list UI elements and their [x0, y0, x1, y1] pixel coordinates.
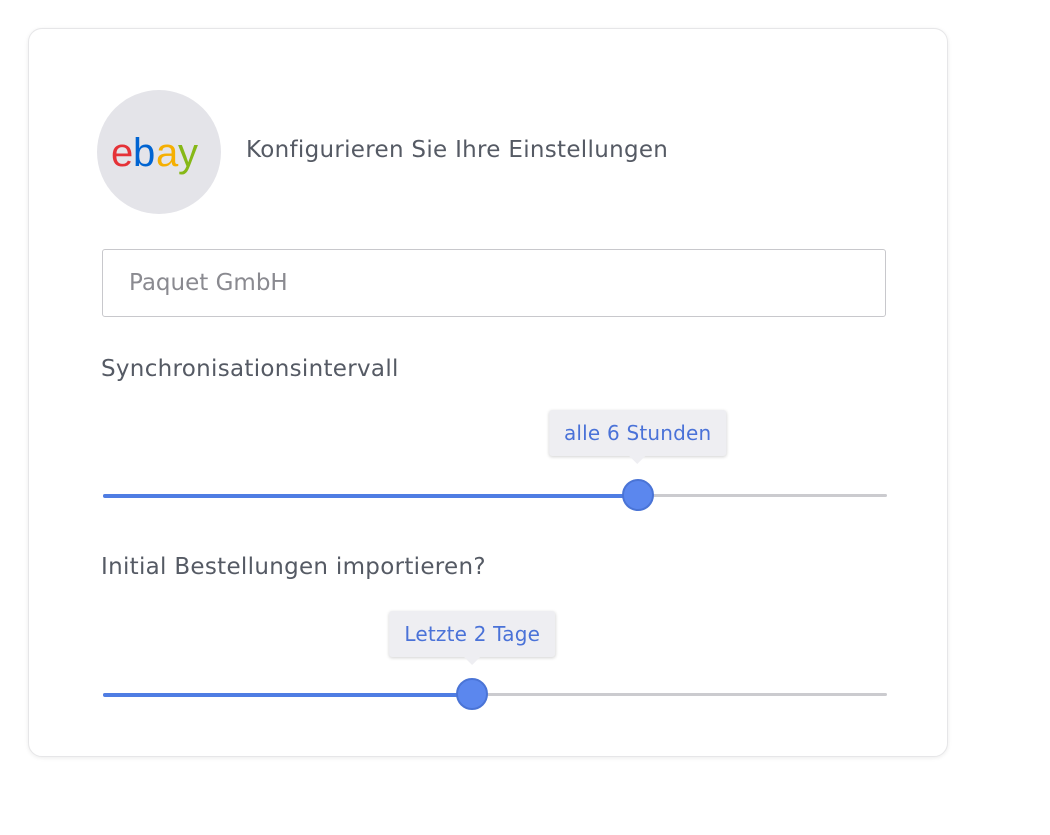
- tooltip-text: alle 6 Stunden: [563, 421, 712, 445]
- slider-fill: [103, 494, 638, 498]
- settings-card: e b a y Konfigurieren Sie Ihre Einstellu…: [28, 28, 948, 757]
- tooltip-arrow: [464, 657, 481, 665]
- svg-text:y: y: [178, 131, 198, 175]
- sync-interval-label: Synchronisationsintervall: [101, 356, 399, 382]
- tooltip-arrow: [629, 456, 646, 464]
- sync-interval-tooltip: alle 6 Stunden: [548, 410, 727, 464]
- slider-fill: [103, 693, 473, 697]
- initial-import-label: Initial Bestellungen importieren?: [101, 554, 486, 580]
- svg-text:b: b: [133, 131, 155, 175]
- slider-thumb[interactable]: [621, 479, 654, 511]
- page-title: Konfigurieren Sie Ihre Einstellungen: [246, 137, 669, 163]
- initial-import-tooltip: Letzte 2 Tage: [389, 611, 556, 665]
- initial-import-slider[interactable]: [103, 675, 887, 715]
- tooltip-text: Letzte 2 Tage: [404, 622, 541, 646]
- svg-text:a: a: [156, 131, 179, 175]
- shop-name-input[interactable]: [102, 249, 886, 317]
- sync-interval-slider[interactable]: [103, 476, 887, 516]
- ebay-logo: e b a y: [97, 90, 221, 214]
- svg-text:e: e: [111, 131, 132, 175]
- ebay-logo-mark: e b a y: [111, 131, 198, 175]
- slider-thumb[interactable]: [456, 678, 489, 710]
